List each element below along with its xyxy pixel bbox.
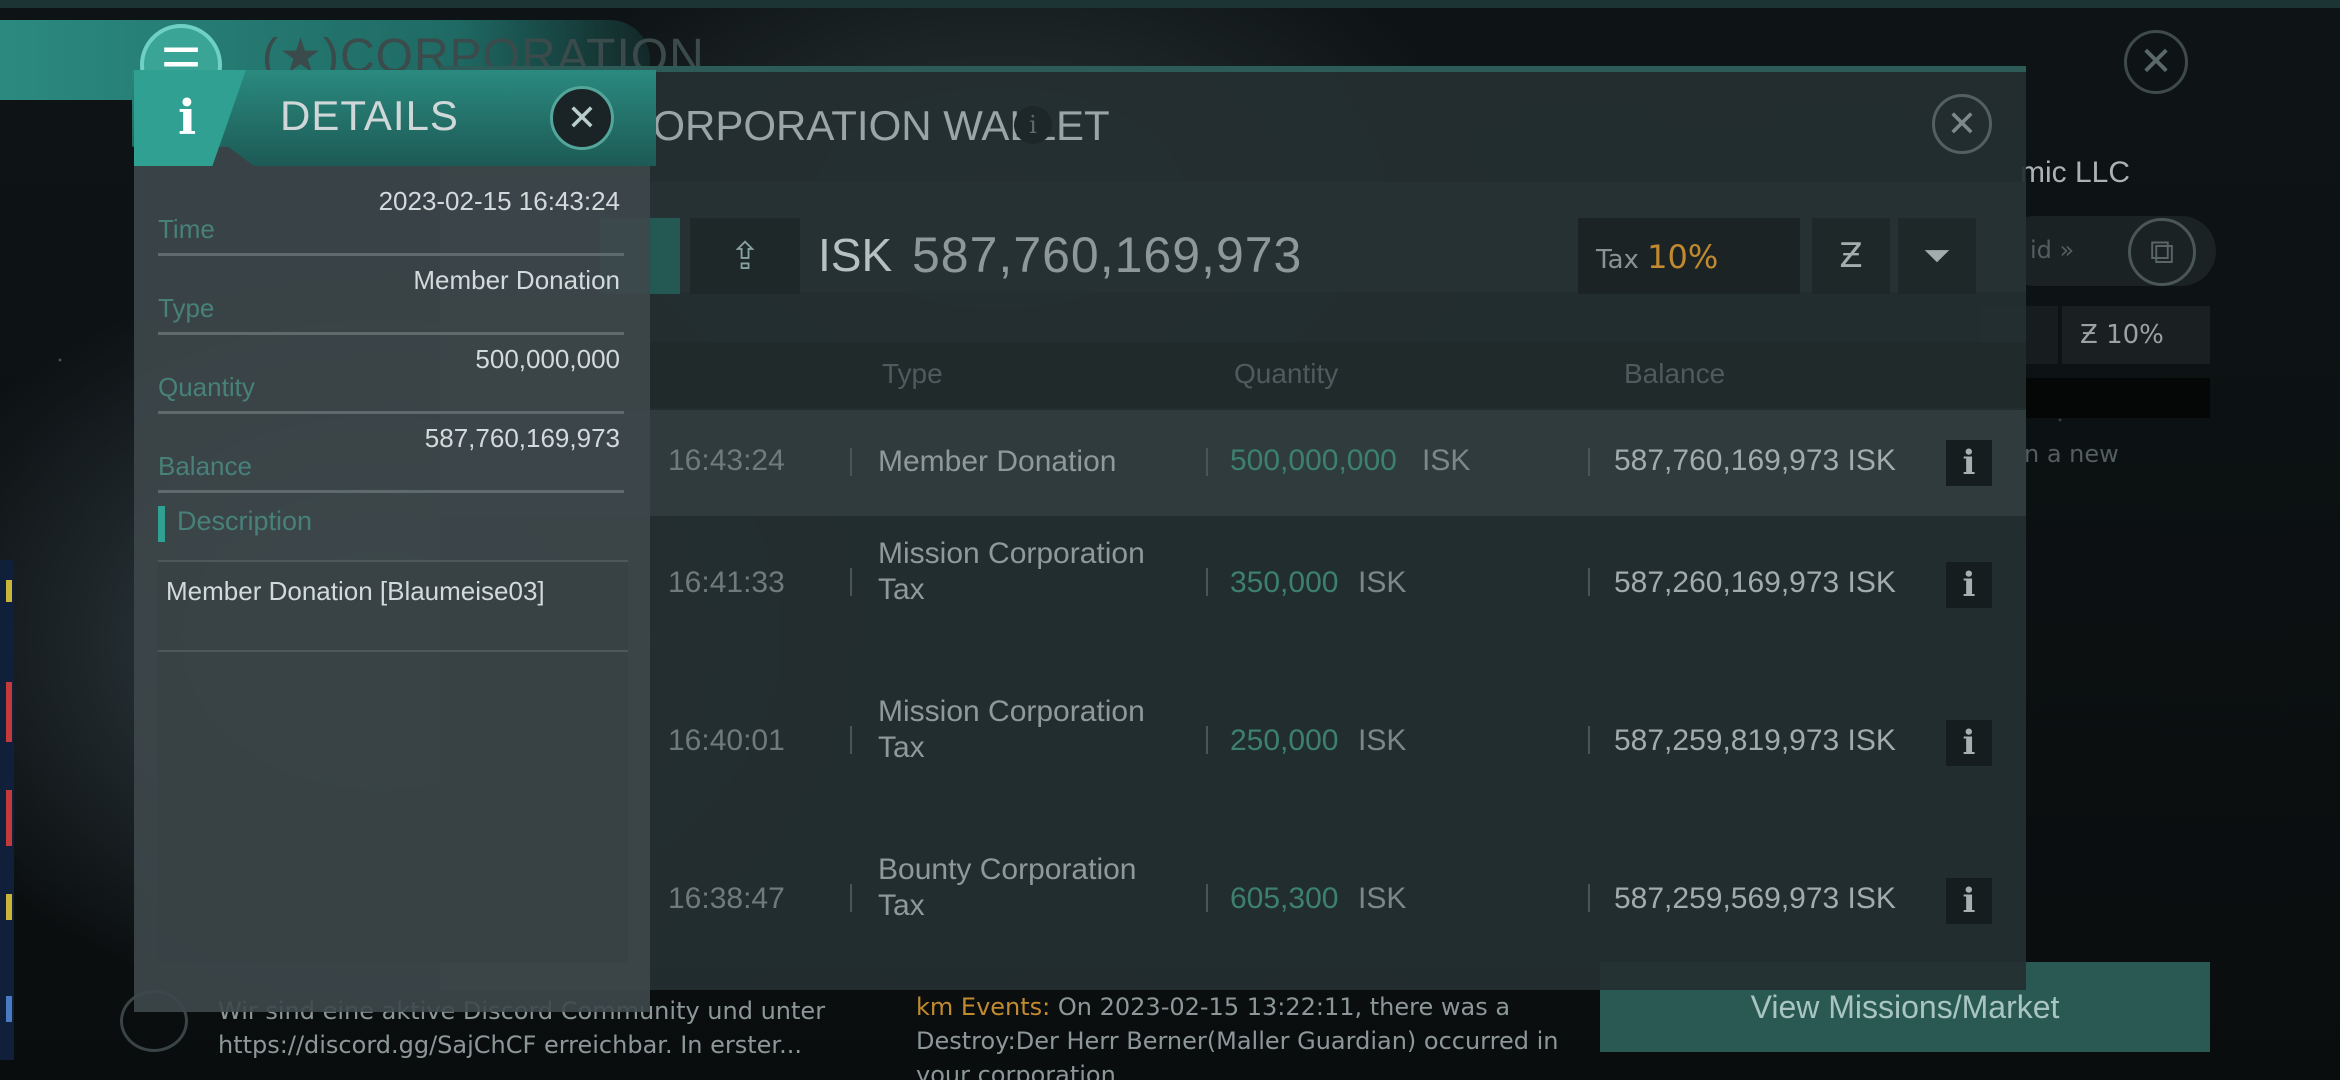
tax-label: Tax xyxy=(1596,245,1639,275)
row-separator xyxy=(850,884,852,912)
close-icon: ✕ xyxy=(566,97,598,139)
row-quantity-unit: ISK xyxy=(1422,444,1471,477)
tax-settings-icon: Ƶ xyxy=(2080,320,2098,350)
export-button[interactable]: ⇪ xyxy=(690,218,800,294)
row-separator xyxy=(1588,568,1590,596)
row-separator xyxy=(850,726,852,754)
quantity-label: Quantity xyxy=(158,372,255,402)
edge-marker-yellow xyxy=(6,894,12,920)
edge-marker-red xyxy=(6,682,12,742)
table-row[interactable]: 16:41:33 Mission Corporation Tax 350,000… xyxy=(440,516,2026,622)
row-balance: 587,760,169,973 ISK xyxy=(1614,444,1896,477)
info-icon[interactable]: i xyxy=(1946,720,1992,766)
info-icon[interactable]: i xyxy=(1946,878,1992,924)
row-quantity-unit: ISK xyxy=(1358,724,1407,757)
row-type: Mission Corporation Tax xyxy=(878,537,1145,606)
quantity-field: Quantity 500,000,000 xyxy=(158,338,624,414)
external-link-icon[interactable]: ⧉ xyxy=(2128,218,2196,286)
row-quantity-unit: ISK xyxy=(1358,882,1407,915)
description-label: Description xyxy=(158,506,312,542)
tax-chip-background: Ƶ 10% xyxy=(2062,306,2210,364)
row-type: Member Donation xyxy=(878,445,1117,478)
row-time: 16:41:33 xyxy=(668,566,785,599)
row-time: 16:40:01 xyxy=(668,724,785,757)
row-separator xyxy=(1206,884,1208,912)
double-chevron-icon: » xyxy=(2059,236,2075,264)
details-title: DETAILS xyxy=(280,92,459,139)
type-value: Member Donation xyxy=(413,265,620,295)
feed-right-highlight: km Events: xyxy=(916,993,1051,1021)
row-separator xyxy=(1206,448,1208,476)
export-icon: ⇪ xyxy=(729,234,761,278)
row-time: 16:38:47 xyxy=(668,882,785,915)
edge-marker-blue xyxy=(6,996,12,1022)
row-type: Mission Corporation Tax xyxy=(878,695,1145,764)
row-balance: 587,259,569,973 ISK xyxy=(1614,882,1896,915)
filter-icon: ⏷ xyxy=(1923,236,1951,276)
tax-value: 10% xyxy=(1647,238,1719,276)
row-quantity: 500,000,000 xyxy=(1230,444,1397,477)
tax-settings-icon: Ƶ xyxy=(1839,236,1863,276)
row-quantity: 250,000 xyxy=(1230,724,1339,757)
time-value: 2023-02-15 16:43:24 xyxy=(378,186,620,216)
info-icon: i xyxy=(134,70,246,166)
balance-field: Balance 587,760,169,973 xyxy=(158,417,624,493)
row-quantity: 350,000 xyxy=(1230,566,1339,599)
quantity-value: 500,000,000 xyxy=(475,344,620,374)
balance-value: 587,760,169,973 xyxy=(424,423,620,453)
company-name: mic LLC xyxy=(2020,156,2131,189)
column-type: Type xyxy=(882,358,943,389)
corporation-wallet-window: CORPORATION WALLET i ✕ ⇪ ISK 587,760,169… xyxy=(440,66,2026,990)
tax-settings-button[interactable]: Ƶ xyxy=(1812,218,1890,294)
row-separator xyxy=(850,448,852,476)
table-row[interactable]: 16:43:24 Member Donation 500,000,000 ISK… xyxy=(440,410,2026,516)
time-label: Time xyxy=(158,214,215,244)
description-box: Member Donation [Blaumeise03] xyxy=(158,560,628,962)
row-separator xyxy=(1206,568,1208,596)
description-divider xyxy=(158,650,628,652)
top-border xyxy=(0,0,2340,8)
hint-text: n a new xyxy=(2024,440,2119,468)
row-quantity-unit: ISK xyxy=(1358,566,1407,599)
table-row[interactable]: 16:38:47 Bounty Corporation Tax 605,300 … xyxy=(440,832,2026,938)
info-icon[interactable]: i xyxy=(1946,562,1992,608)
wallet-balance: 587,760,169,973 xyxy=(912,227,1303,283)
row-separator xyxy=(1588,884,1590,912)
description-text: Member Donation [Blaumeise03] xyxy=(166,576,545,606)
currency-label: ISK xyxy=(818,229,893,281)
row-separator xyxy=(850,568,852,596)
tax-chip[interactable]: Tax 10% xyxy=(1578,218,1800,294)
column-balance: Balance xyxy=(1624,358,1726,389)
type-label: Type xyxy=(158,293,215,323)
filter-button[interactable]: ⏷ xyxy=(1898,218,1976,294)
edge-marker-red xyxy=(6,790,12,846)
info-icon[interactable]: i xyxy=(1946,440,1992,486)
row-time: 16:43:24 xyxy=(668,444,785,477)
row-separator xyxy=(1588,448,1590,476)
column-quantity: Quantity xyxy=(1234,358,1339,389)
type-field: Type Member Donation xyxy=(158,259,624,335)
row-type: Bounty Corporation Tax xyxy=(878,853,1137,922)
time-field: Time 2023-02-15 16:43:24 xyxy=(158,180,624,256)
close-icon: ✕ xyxy=(2139,39,2173,85)
details-panel: i DETAILS ✕ Time 2023-02-15 16:43:24 Typ… xyxy=(132,70,656,1012)
corporation-close-button[interactable]: ✕ xyxy=(2124,30,2188,94)
row-separator xyxy=(1588,726,1590,754)
details-close-button[interactable]: ✕ xyxy=(550,86,614,150)
balance-label: Balance xyxy=(158,451,252,481)
info-icon[interactable]: i xyxy=(1014,106,1052,144)
edge-marker-yellow xyxy=(6,580,12,602)
dark-bar xyxy=(2020,378,2210,418)
table-row[interactable]: 16:40:01 Mission Corporation Tax 250,000… xyxy=(440,674,2026,780)
table-header: Type Quantity Balance xyxy=(440,342,2026,408)
row-separator xyxy=(1206,726,1208,754)
row-quantity: 605,300 xyxy=(1230,882,1339,915)
row-balance: 587,259,819,973 ISK xyxy=(1614,724,1896,757)
wallet-close-button[interactable]: ✕ xyxy=(1932,94,1992,154)
row-balance: 587,260,169,973 ISK xyxy=(1614,566,1896,599)
news-feed-right: km Events: On 2023-02-15 13:22:11, there… xyxy=(916,990,1576,1080)
close-icon: ✕ xyxy=(1946,103,1978,145)
